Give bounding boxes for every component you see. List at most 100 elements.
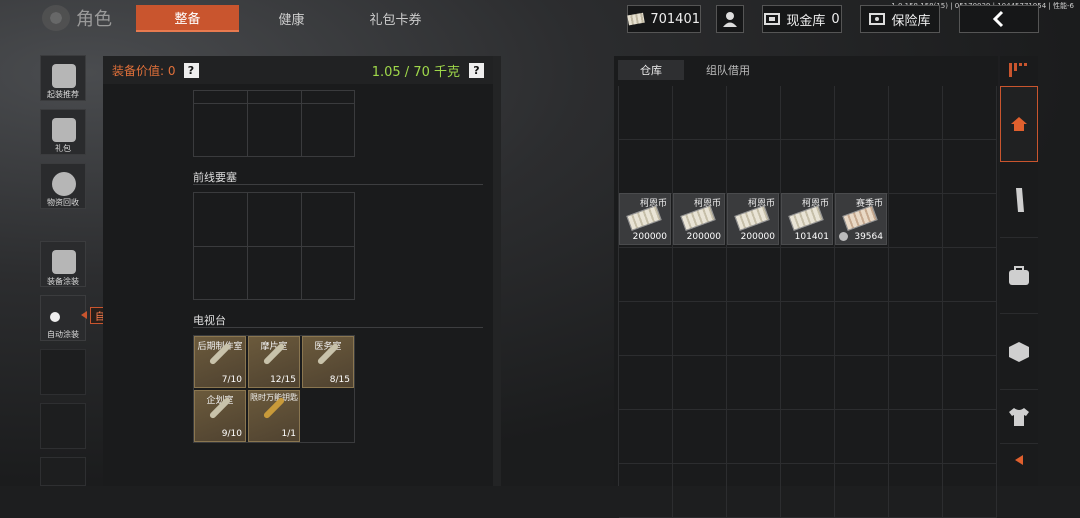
category-magazine[interactable] bbox=[1000, 162, 1038, 238]
banknote-icon bbox=[734, 205, 770, 231]
warehouse-cell[interactable] bbox=[781, 86, 835, 140]
warehouse-cell[interactable] bbox=[835, 356, 889, 410]
warehouse-cell[interactable] bbox=[835, 410, 889, 464]
warehouse-cell[interactable] bbox=[889, 86, 943, 140]
warehouse-cell[interactable] bbox=[781, 464, 835, 518]
warehouse-cell[interactable] bbox=[727, 356, 781, 410]
warehouse-cell[interactable] bbox=[673, 464, 727, 518]
warehouse-cell[interactable] bbox=[727, 248, 781, 302]
warehouse-cell[interactable] bbox=[943, 248, 997, 302]
warehouse-cell[interactable] bbox=[781, 140, 835, 194]
warehouse-cell[interactable] bbox=[619, 248, 673, 302]
warehouse-cell[interactable] bbox=[619, 410, 673, 464]
warehouse-cell[interactable] bbox=[673, 356, 727, 410]
key-grid-partial bbox=[193, 90, 355, 157]
warehouse-cell[interactable] bbox=[781, 302, 835, 356]
category-home[interactable] bbox=[1000, 86, 1038, 162]
warehouse-item[interactable]: 柯恩币 101401 bbox=[781, 193, 833, 245]
character-logo-icon bbox=[42, 5, 70, 31]
warehouse-cell[interactable] bbox=[835, 140, 889, 194]
warehouse-cell[interactable] bbox=[943, 356, 997, 410]
warehouse-item[interactable]: 柯恩币 200000 bbox=[727, 193, 779, 245]
warehouse-item[interactable]: 柯恩币 200000 bbox=[673, 193, 725, 245]
tab-gift-cards[interactable]: 礼包卡券 bbox=[344, 5, 447, 32]
season-coin-icon bbox=[839, 232, 848, 241]
currency-display[interactable]: 701401 bbox=[627, 5, 701, 33]
warehouse-cell[interactable] bbox=[781, 410, 835, 464]
warehouse-cell[interactable] bbox=[943, 194, 997, 248]
sidebar-item-label: 物资回收 bbox=[47, 198, 79, 207]
warehouse-cell[interactable] bbox=[889, 302, 943, 356]
warehouse-cell[interactable] bbox=[781, 248, 835, 302]
warehouse-grid[interactable] bbox=[618, 86, 997, 518]
warehouse-cell[interactable] bbox=[889, 248, 943, 302]
gun-recommend-icon bbox=[52, 64, 76, 88]
key-count: 12/15 bbox=[270, 375, 296, 385]
warehouse-cell[interactable] bbox=[673, 248, 727, 302]
warehouse-cell[interactable] bbox=[727, 464, 781, 518]
warehouse-cell[interactable] bbox=[619, 140, 673, 194]
warehouse-cell[interactable] bbox=[835, 302, 889, 356]
warehouse-cell[interactable] bbox=[727, 302, 781, 356]
tab-equip[interactable]: 整备 bbox=[136, 5, 239, 32]
warehouse-cell[interactable] bbox=[673, 140, 727, 194]
warehouse-cell[interactable] bbox=[673, 410, 727, 464]
warehouse-cell[interactable] bbox=[943, 410, 997, 464]
back-button[interactable] bbox=[959, 5, 1039, 33]
warehouse-cell[interactable] bbox=[619, 86, 673, 140]
scrollbar[interactable] bbox=[493, 56, 501, 486]
warehouse-cell[interactable] bbox=[619, 356, 673, 410]
cash-icon bbox=[627, 12, 646, 26]
warehouse-cell[interactable] bbox=[727, 410, 781, 464]
warehouse-cell[interactable] bbox=[835, 248, 889, 302]
operator-button[interactable] bbox=[716, 5, 744, 33]
safe-button[interactable]: 保险库 bbox=[860, 5, 940, 33]
weight-help-button[interactable]: ? bbox=[469, 62, 484, 78]
equip-value-help-button[interactable]: ? bbox=[183, 62, 199, 78]
warehouse-cell[interactable] bbox=[889, 140, 943, 194]
warehouse-cell[interactable] bbox=[889, 194, 943, 248]
warehouse-item[interactable]: 柯恩币 200000 bbox=[619, 193, 671, 245]
category-box[interactable] bbox=[1000, 314, 1038, 390]
warehouse-cell[interactable] bbox=[727, 86, 781, 140]
weight-value: 1.05 / 70 千克 bbox=[371, 64, 460, 80]
warehouse-cell[interactable] bbox=[619, 302, 673, 356]
cash-vault-button[interactable]: 现金库 0 bbox=[762, 5, 842, 33]
cash-vault-label: 现金库 bbox=[786, 13, 826, 29]
chevron-left-icon bbox=[992, 10, 1004, 28]
warehouse-cell[interactable] bbox=[619, 464, 673, 518]
key-item[interactable]: 企划室 9/10 bbox=[194, 390, 246, 442]
warehouse-cell[interactable] bbox=[781, 356, 835, 410]
warehouse-cell[interactable] bbox=[727, 140, 781, 194]
key-item[interactable]: 医务室 8/15 bbox=[302, 336, 354, 388]
key-item[interactable]: 限时万能钥匙 1/1 bbox=[248, 390, 300, 442]
warehouse-cell[interactable] bbox=[943, 464, 997, 518]
warehouse-cell[interactable] bbox=[835, 464, 889, 518]
category-clothing[interactable] bbox=[1000, 390, 1038, 444]
collapse-button[interactable] bbox=[1000, 446, 1038, 474]
banknote-icon bbox=[842, 205, 878, 231]
key-item[interactable]: 摩片室 12/15 bbox=[248, 336, 300, 388]
warehouse-cell[interactable] bbox=[889, 356, 943, 410]
warehouse-cell[interactable] bbox=[943, 302, 997, 356]
operator-icon bbox=[723, 12, 737, 27]
warehouse-cell[interactable] bbox=[835, 86, 889, 140]
warehouse-cell[interactable] bbox=[889, 464, 943, 518]
tab-team-borrow[interactable]: 组队借用 bbox=[684, 60, 772, 80]
warehouse-cell[interactable] bbox=[673, 302, 727, 356]
warehouse-cell[interactable] bbox=[889, 410, 943, 464]
tab-health[interactable]: 健康 bbox=[240, 5, 343, 32]
warehouse-cell[interactable] bbox=[943, 140, 997, 194]
gift-icon bbox=[52, 118, 76, 142]
warehouse-item[interactable]: 赛季币 39564 bbox=[835, 193, 887, 245]
warehouse-cell[interactable] bbox=[673, 86, 727, 140]
warehouse-cell[interactable] bbox=[943, 86, 997, 140]
key-item[interactable]: 后期制作室 7/10 bbox=[194, 336, 246, 388]
category-medical[interactable] bbox=[1000, 238, 1038, 314]
warehouse-tabs: 仓库 组队借用 bbox=[618, 60, 772, 80]
tooltip-arrow-icon bbox=[81, 311, 87, 319]
toggle-icon bbox=[50, 312, 60, 322]
tab-warehouse[interactable]: 仓库 bbox=[618, 60, 684, 80]
filter-button[interactable] bbox=[1000, 56, 1038, 84]
arrow-left-icon bbox=[1015, 455, 1023, 465]
